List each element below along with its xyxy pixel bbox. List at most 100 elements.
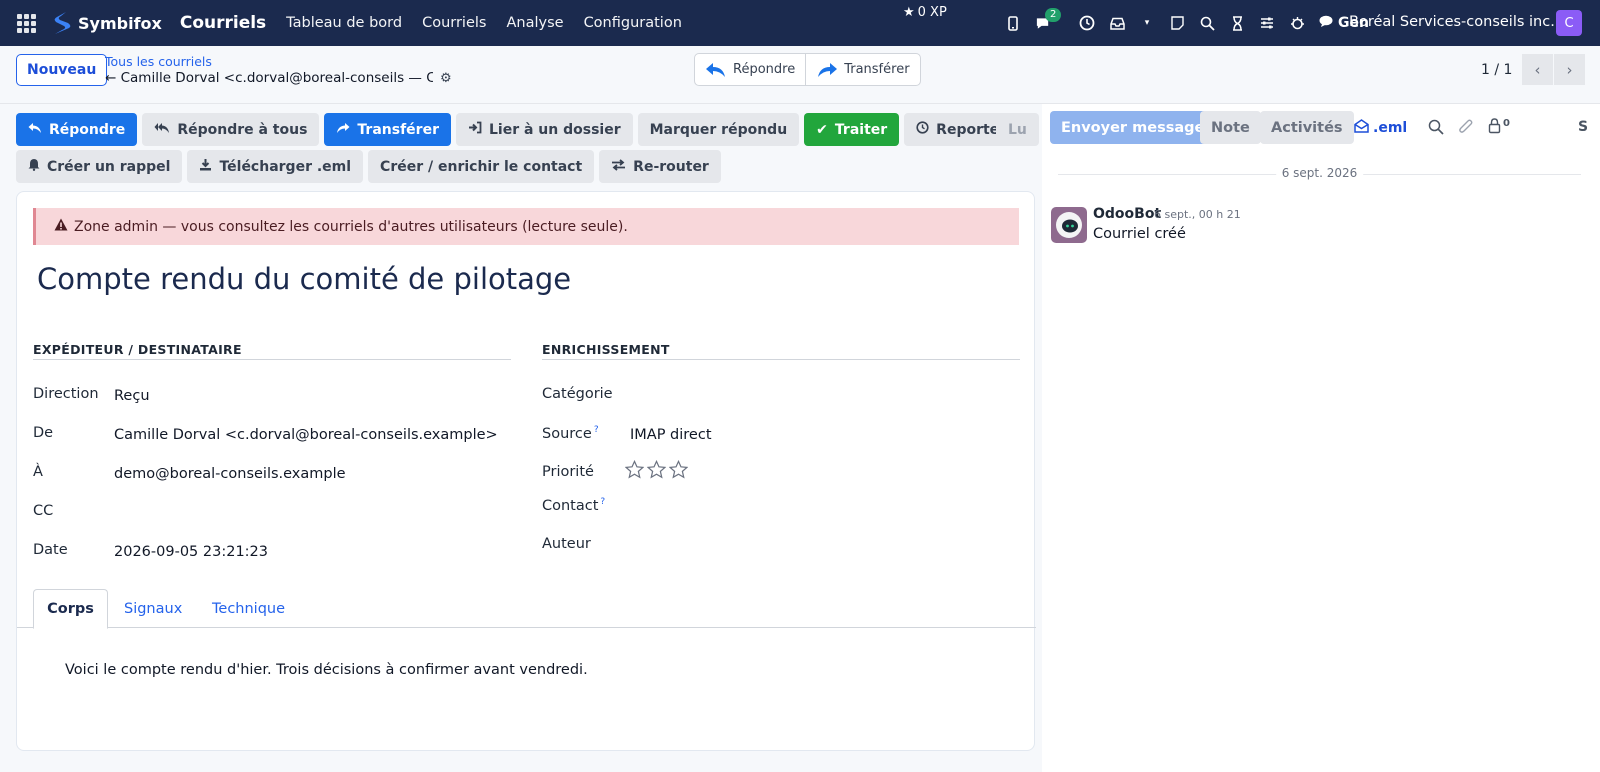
cc-label: CC — [33, 503, 54, 519]
pager-value[interactable]: 1 / 1 — [1481, 62, 1512, 78]
gear-icon[interactable]: ⚙ — [440, 71, 452, 86]
caret-down-icon[interactable]: ▾ — [1139, 15, 1155, 31]
form-sheet: Zone admin — vous consultez les courriel… — [16, 191, 1036, 751]
xp-value: 0 XP — [917, 5, 947, 20]
action-bar-row-1: Répondre Répondre à tous Transférer Lier… — [16, 113, 1019, 146]
download-eml-button[interactable]: Télécharger .eml — [187, 150, 364, 183]
menu-dashboard[interactable]: Tableau de bord — [286, 15, 402, 31]
reroute-button[interactable]: Re-router — [599, 150, 721, 183]
create-reminder-button[interactable]: Créer un rappel — [16, 150, 183, 183]
forward-label: Transférer — [357, 121, 439, 138]
star-icon[interactable] — [625, 460, 644, 479]
paperclip-icon[interactable] — [1458, 119, 1474, 140]
process-button[interactable]: ✔ Traiter — [804, 113, 900, 146]
tab-technical[interactable]: Technique — [212, 589, 285, 628]
top-navbar: Symbifox Courriels Tableau de bord Courr… — [0, 0, 1600, 46]
odoobot-avatar[interactable] — [1051, 207, 1087, 243]
sliders-icon[interactable] — [1259, 15, 1275, 31]
direction-label: Direction — [33, 386, 99, 402]
eml-link[interactable]: .eml — [1354, 119, 1407, 137]
link-folder-label: Lier à un dossier — [488, 121, 621, 138]
log-note-button[interactable]: Note — [1200, 111, 1261, 144]
star-icon: ★ — [903, 5, 915, 20]
forward-icon — [818, 62, 838, 77]
message-body: Courriel créé — [1093, 226, 1186, 242]
apps-menu-button[interactable] — [0, 0, 52, 46]
create-contact-button[interactable]: Créer / enrichir le contact — [368, 150, 595, 183]
author-label: Auteur — [542, 536, 591, 552]
star-icon[interactable] — [669, 460, 688, 479]
sign-in-icon — [468, 121, 482, 138]
help-icon[interactable]: ? — [600, 497, 605, 507]
from-value: Camille Dorval <c.dorval@boreal-conseils… — [114, 427, 498, 443]
action-bar-row-2: Créer un rappel Télécharger .eml Créer /… — [16, 150, 721, 183]
phone-icon[interactable] — [1005, 15, 1021, 31]
menu-emails[interactable]: Courriels — [422, 15, 486, 31]
symbifox-logo-icon — [54, 12, 71, 34]
apps-grid-icon — [16, 13, 36, 33]
tab-signals[interactable]: Signaux — [124, 589, 182, 628]
control-panel: Nouveau Tous les courriels ← Camille Dor… — [0, 46, 1600, 104]
breadcrumb-current: ← Camille Dorval <c.dorval@boreal-consei… — [105, 70, 433, 86]
menu-analysis[interactable]: Analyse — [506, 15, 563, 31]
activities-button[interactable]: Activités — [1260, 111, 1354, 144]
hourglass-icon[interactable] — [1229, 15, 1245, 31]
systray: 2 ▾ Gen — [1005, 0, 1369, 46]
bug-icon[interactable] — [1289, 15, 1305, 31]
create-reminder-label: Créer un rappel — [47, 158, 171, 175]
help-icon[interactable]: ? — [594, 425, 599, 435]
date-separator-label: 6 sept. 2026 — [1275, 166, 1364, 180]
inbox-icon[interactable] — [1109, 15, 1125, 31]
message-author[interactable]: OdooBot — [1093, 206, 1161, 222]
quick-forward-button[interactable]: Transférer — [805, 54, 919, 85]
section-enrichment: ENRICHISSEMENT — [542, 342, 1020, 360]
reply-all-button[interactable]: Répondre à tous — [142, 113, 320, 146]
source-label: Source? — [542, 425, 599, 442]
chevron-right-icon[interactable]: › — [1554, 54, 1585, 85]
link-folder-button[interactable]: Lier à un dossier — [455, 113, 633, 146]
read-button[interactable]: Lu — [996, 113, 1039, 146]
followers-button[interactable]: 0 — [1488, 118, 1510, 138]
clock-icon[interactable] — [1079, 15, 1095, 31]
reply-label: Répondre — [49, 121, 126, 138]
mark-replied-button[interactable]: Marquer répondu — [637, 113, 800, 146]
chevron-left-icon[interactable]: ‹ — [1522, 54, 1553, 85]
company-switcher[interactable]: Boréal Services-conseils inc. — [1349, 14, 1555, 30]
quick-reply-label: Répondre — [733, 62, 796, 77]
note-icon[interactable] — [1169, 15, 1185, 31]
from-label: De — [33, 425, 54, 441]
chat-icon[interactable]: 2 — [1035, 8, 1062, 31]
priority-label: Priorité — [542, 464, 594, 480]
search-icon[interactable] — [1428, 119, 1444, 139]
module-title[interactable]: Courriels — [180, 13, 266, 33]
reply-button[interactable]: Répondre — [16, 113, 138, 146]
user-avatar[interactable]: C — [1556, 10, 1582, 36]
new-button[interactable]: Nouveau — [16, 54, 108, 86]
chat-badge: 2 — [1045, 8, 1062, 22]
follow-button[interactable]: S — [1578, 119, 1588, 135]
source-value: IMAP direct — [630, 427, 712, 443]
alert-text: Zone admin — vous consultez les courriel… — [74, 218, 628, 235]
quick-reply-button[interactable]: Répondre — [695, 54, 805, 85]
forward-button[interactable]: Transférer — [324, 113, 451, 146]
reply-icon — [28, 122, 42, 138]
email-body: Voici le compte rendu d'hier. Trois déci… — [65, 662, 588, 678]
send-message-button[interactable]: Envoyer message — [1050, 111, 1216, 144]
chatter-panel: Envoyer message Note Activités .eml 0 S … — [1042, 104, 1600, 772]
xp-counter[interactable]: ★ 0 XP — [903, 5, 947, 20]
brand-logo[interactable]: Symbifox — [52, 11, 162, 35]
search-icon[interactable] — [1199, 15, 1215, 31]
speech-bubble-icon — [1319, 15, 1333, 31]
clock-icon — [916, 121, 929, 138]
bell-icon — [28, 158, 40, 175]
star-icon[interactable] — [647, 460, 666, 479]
quick-forward-label: Transférer — [844, 62, 910, 77]
notebook-tabs: Corps Signaux Technique — [17, 589, 1036, 629]
menu-configuration[interactable]: Configuration — [584, 15, 682, 31]
user-icon — [1488, 118, 1501, 138]
chatter-topbar: Envoyer message Note Activités .eml 0 S — [1042, 111, 1600, 144]
eml-label: .eml — [1373, 120, 1408, 136]
breadcrumb-parent[interactable]: Tous les courriels — [105, 54, 212, 69]
tab-body[interactable]: Corps — [33, 589, 108, 629]
message-date: 6 sept., 00 h 21 — [1154, 208, 1241, 221]
